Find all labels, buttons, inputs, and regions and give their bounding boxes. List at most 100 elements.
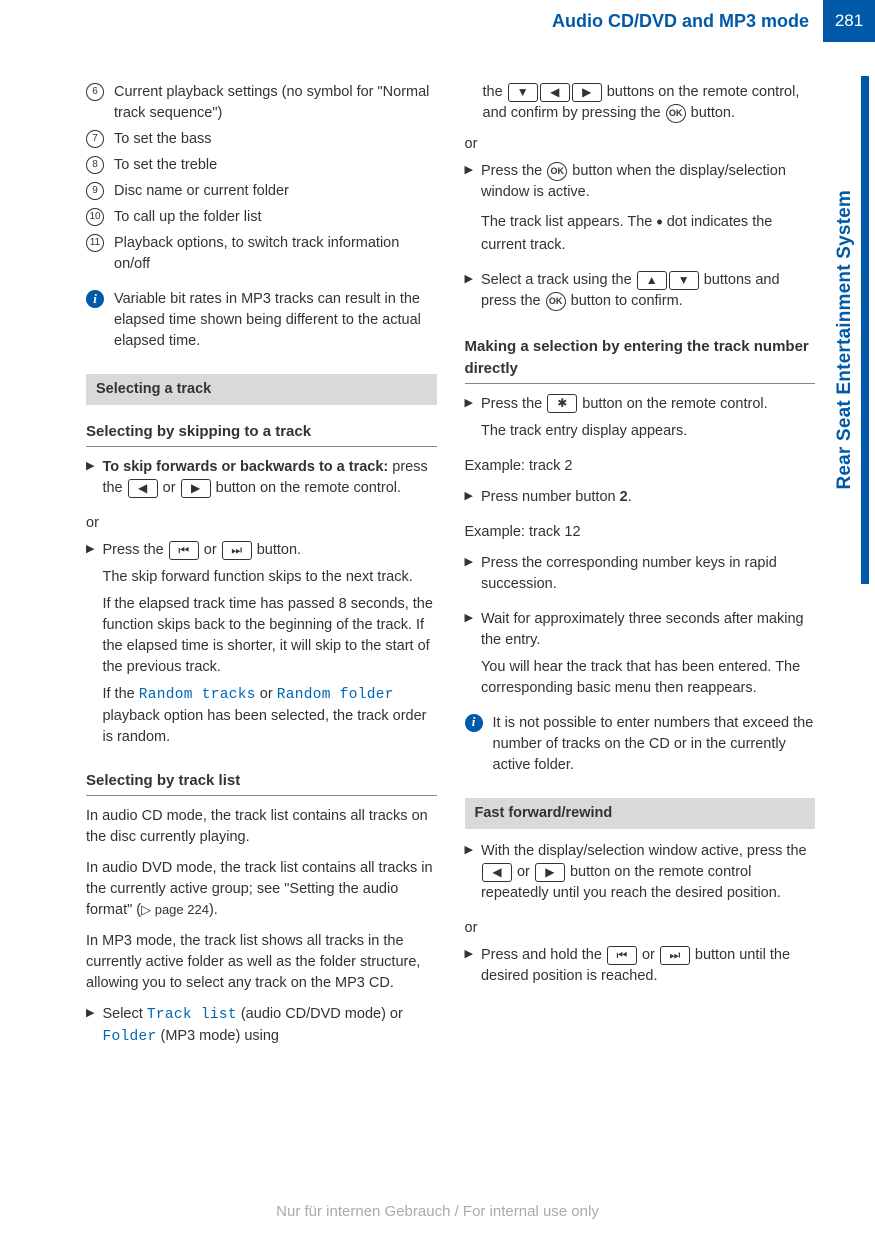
- watermark: Nur für internen Gebrauch / For internal…: [0, 1201, 875, 1223]
- ok-button-icon: OK: [666, 104, 686, 123]
- info-text: Variable bit rates in MP3 tracks can res…: [114, 289, 437, 352]
- step-text: the: [483, 84, 507, 100]
- section-heading-ffrw: Fast forward/rewind: [465, 798, 816, 829]
- paragraph: In audio CD mode, the track list contain…: [86, 806, 437, 848]
- step-text: Press the: [102, 542, 167, 558]
- header-title: Audio CD/DVD and MP3 mode: [552, 0, 823, 42]
- step-text: Press the: [481, 396, 546, 412]
- right-button-icon: ▶: [572, 83, 602, 102]
- instruction-step: ▶ Press the ⏮ or ⏭ button. The skip forw…: [86, 540, 437, 754]
- info-icon: i: [86, 290, 104, 308]
- step-marker-icon: ▶: [86, 1008, 94, 1019]
- step-body: With the display/selection window active…: [481, 841, 815, 910]
- instruction-step: ▶ Press number button 2.: [465, 487, 816, 514]
- right-button-icon: ▶: [535, 863, 565, 882]
- side-tab: Rear Seat Entertainment System: [823, 70, 875, 590]
- step-marker-icon: ▶: [465, 949, 473, 960]
- down-button-icon: ▼: [669, 271, 699, 290]
- legend-item: 7To set the bass: [86, 129, 437, 150]
- or-separator: or: [465, 918, 816, 939]
- continuation-paragraph: the ▼◀▶ buttons on the remote control, a…: [465, 82, 816, 124]
- legend-text: To set the treble: [114, 155, 217, 176]
- step-body: To skip forwards or backwards to a track…: [102, 457, 436, 505]
- instruction-step: ▶ Press the corresponding number keys in…: [465, 553, 816, 601]
- page-header: Audio CD/DVD and MP3 mode 281: [0, 0, 875, 42]
- legend-marker-6: 6: [86, 83, 104, 101]
- up-button-icon: ▲: [637, 271, 667, 290]
- step-text: .: [628, 489, 632, 505]
- step-marker-icon: ▶: [86, 544, 94, 555]
- step-bold: 2: [620, 489, 628, 505]
- step-text: or: [256, 686, 277, 702]
- step-text: or: [638, 947, 659, 963]
- step-text: Wait for approximately three seconds aft…: [481, 609, 815, 651]
- step-text: Press the corresponding number keys in r…: [481, 553, 815, 595]
- left-button-icon: ◀: [128, 479, 158, 498]
- legend-marker-8: 8: [86, 156, 104, 174]
- step-text: button.: [687, 105, 735, 121]
- step-bold: To skip forwards or backwards to a track…: [102, 459, 388, 475]
- instruction-step: ▶ Wait for approximately three seconds a…: [465, 609, 816, 705]
- step-body: Select Track list (audio CD/DVD mode) or…: [102, 1004, 436, 1054]
- ok-button-icon: OK: [547, 162, 567, 181]
- right-column: the ▼◀▶ buttons on the remote control, a…: [465, 82, 816, 1062]
- subheading-direct-entry: Making a selection by entering the track…: [465, 336, 816, 384]
- example-label: Example: track 2: [465, 456, 816, 477]
- info-icon: i: [465, 714, 483, 732]
- paragraph-text: In audio DVD mode, the track list contai…: [86, 860, 433, 918]
- instruction-step: ▶ Select Track list (audio CD/DVD mode) …: [86, 1004, 437, 1054]
- step-text: The track entry display appears.: [481, 421, 768, 442]
- step-text: playback option has been selected, the t…: [102, 708, 426, 745]
- legend-text: To set the bass: [114, 129, 212, 150]
- legend-text: To call up the folder list: [114, 207, 262, 228]
- step-text: Select: [102, 1006, 146, 1022]
- step-text: or: [159, 480, 180, 496]
- step-text: You will hear the track that has been en…: [481, 657, 815, 699]
- paragraph-text: ).: [209, 902, 218, 918]
- step-text: Select a track using the: [481, 272, 636, 288]
- page-xref: ▷ page 224: [141, 902, 209, 917]
- legend-item: 10 To call up the folder list: [86, 207, 437, 228]
- step-marker-icon: ▶: [465, 845, 473, 856]
- info-note: i Variable bit rates in MP3 tracks can r…: [86, 289, 437, 352]
- step-body: Press the corresponding number keys in r…: [481, 553, 815, 601]
- step-body: Press and hold the ⏮ or ⏭ button until t…: [481, 945, 815, 993]
- side-tab-bar: [861, 76, 869, 584]
- step-text: or: [200, 542, 221, 558]
- legend-item: 9 Disc name or current folder: [86, 181, 437, 202]
- step-text: button on the remote control.: [578, 396, 767, 412]
- skip-back-button-icon: ⏮: [607, 946, 637, 965]
- legend-text: Playback options, to switch track inform…: [114, 233, 437, 275]
- legend-text: Disc name or current folder: [114, 181, 289, 202]
- menu-option-random-folder: Random folder: [277, 687, 394, 703]
- skip-fwd-button-icon: ⏭: [222, 541, 252, 560]
- subheading-skip: Selecting by skipping to a track: [86, 421, 437, 447]
- step-text: If the elapsed track time has passed 8 s…: [102, 594, 436, 678]
- menu-option-track-list: Track list: [147, 1007, 237, 1023]
- step-text: Press number button: [481, 489, 620, 505]
- step-marker-icon: ▶: [465, 398, 473, 409]
- instruction-step: ▶ Press the OK button when the display/s…: [465, 161, 816, 262]
- step-body: Select a track using the ▲▼ buttons and …: [481, 270, 815, 318]
- legend-marker-10: 10: [86, 208, 104, 226]
- info-note: i It is not possible to enter numbers th…: [465, 713, 816, 776]
- step-marker-icon: ▶: [465, 274, 473, 285]
- skip-back-button-icon: ⏮: [169, 541, 199, 560]
- legend-item: 6Current playback settings (no symbol fo…: [86, 82, 437, 124]
- left-column: 6Current playback settings (no symbol fo…: [86, 82, 437, 1062]
- info-text: It is not possible to enter numbers that…: [493, 713, 816, 776]
- legend-item: 8 To set the treble: [86, 155, 437, 176]
- step-text: Press the: [481, 163, 546, 179]
- menu-option-folder: Folder: [102, 1029, 156, 1045]
- legend-marker-9: 9: [86, 182, 104, 200]
- step-text: or: [513, 864, 534, 880]
- step-text: button.: [253, 542, 301, 558]
- step-marker-icon: ▶: [465, 491, 473, 502]
- step-marker-icon: ▶: [465, 613, 473, 624]
- paragraph: In audio DVD mode, the track list contai…: [86, 858, 437, 921]
- example-label: Example: track 12: [465, 522, 816, 543]
- skip-fwd-button-icon: ⏭: [660, 946, 690, 965]
- step-body: Press the ⏮ or ⏭ button. The skip forwar…: [102, 540, 436, 754]
- menu-option-random-tracks: Random tracks: [139, 687, 256, 703]
- instruction-step: ▶ Select a track using the ▲▼ buttons an…: [465, 270, 816, 318]
